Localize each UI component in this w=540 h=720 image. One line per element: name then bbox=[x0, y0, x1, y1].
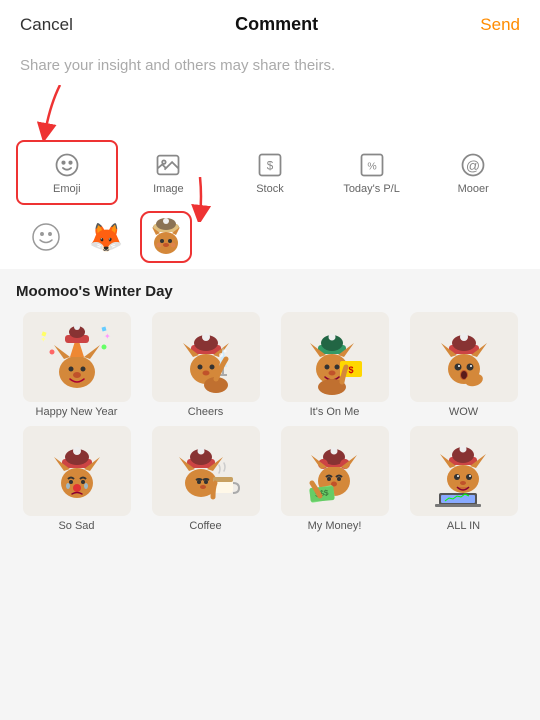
svg-text:✦: ✦ bbox=[104, 332, 111, 341]
svg-text:✦: ✦ bbox=[40, 335, 47, 344]
emoji-label: Emoji bbox=[53, 183, 81, 195]
sticker-its-on-me[interactable]: $ It's On Me bbox=[274, 312, 395, 418]
toolbar-pnl[interactable]: % Today's P/L bbox=[321, 140, 423, 205]
sticker-label: WOW bbox=[449, 406, 478, 418]
sticker-label: Coffee bbox=[189, 520, 221, 532]
cancel-button[interactable]: Cancel bbox=[20, 15, 73, 35]
image-icon bbox=[153, 150, 183, 180]
sticker-label: My Money! bbox=[308, 520, 362, 532]
sticker-section-title: Moomoo's Winter Day bbox=[16, 283, 524, 300]
sticker-label: ALL IN bbox=[447, 520, 480, 532]
page-title: Comment bbox=[235, 14, 318, 35]
emoji-smiley[interactable] bbox=[20, 211, 72, 263]
toolbar-emoji[interactable]: Emoji bbox=[16, 140, 118, 205]
arrow-annotation-2 bbox=[170, 177, 230, 222]
emoji-fire-fox[interactable]: 🦊 bbox=[80, 211, 132, 263]
sticker-my-money[interactable]: $$$ My Money! bbox=[274, 426, 395, 532]
sticker-label: Happy New Year bbox=[36, 406, 118, 418]
svg-text:$: $ bbox=[348, 365, 353, 375]
mooer-icon: @ bbox=[458, 150, 488, 180]
emoji-type-row: 🦊 bbox=[0, 205, 540, 269]
sticker-all-in[interactable]: ALL IN bbox=[403, 426, 524, 532]
mooer-label: Mooer bbox=[458, 183, 489, 195]
stock-icon: $ bbox=[255, 150, 285, 180]
toolbar-mooer[interactable]: @ Mooer bbox=[422, 140, 524, 205]
toolbar-stock[interactable]: $ Stock bbox=[219, 140, 321, 205]
sticker-cheers[interactable]: Cheers bbox=[145, 312, 266, 418]
sticker-label: So Sad bbox=[58, 520, 94, 532]
sticker-section: Moomoo's Winter Day bbox=[0, 269, 540, 720]
emoji-icon bbox=[52, 150, 82, 180]
sticker-so-sad[interactable]: So Sad bbox=[16, 426, 137, 532]
send-button[interactable]: Send bbox=[480, 15, 520, 35]
sticker-grid: ✦ ✦ Happy New Year bbox=[16, 312, 524, 532]
pnl-icon: % bbox=[357, 150, 387, 180]
comment-placeholder: Share your insight and others may share … bbox=[0, 45, 540, 90]
arrow-annotation-1 bbox=[30, 85, 90, 140]
svg-text:%: % bbox=[367, 161, 376, 173]
pnl-label: Today's P/L bbox=[343, 183, 400, 195]
sticker-label: It's On Me bbox=[310, 406, 360, 418]
sticker-wow[interactable]: WOW bbox=[403, 312, 524, 418]
sticker-happy-new-year[interactable]: ✦ ✦ Happy New Year bbox=[16, 312, 137, 418]
svg-text:@: @ bbox=[466, 157, 480, 173]
toolbar: Emoji Image $ Stock % Today's P/L @ bbox=[0, 140, 540, 205]
svg-text:$: $ bbox=[267, 160, 274, 173]
stock-label: Stock bbox=[256, 183, 284, 195]
sticker-coffee[interactable]: Coffee bbox=[145, 426, 266, 532]
header: Cancel Comment Send bbox=[0, 0, 540, 45]
sticker-label: Cheers bbox=[188, 406, 223, 418]
